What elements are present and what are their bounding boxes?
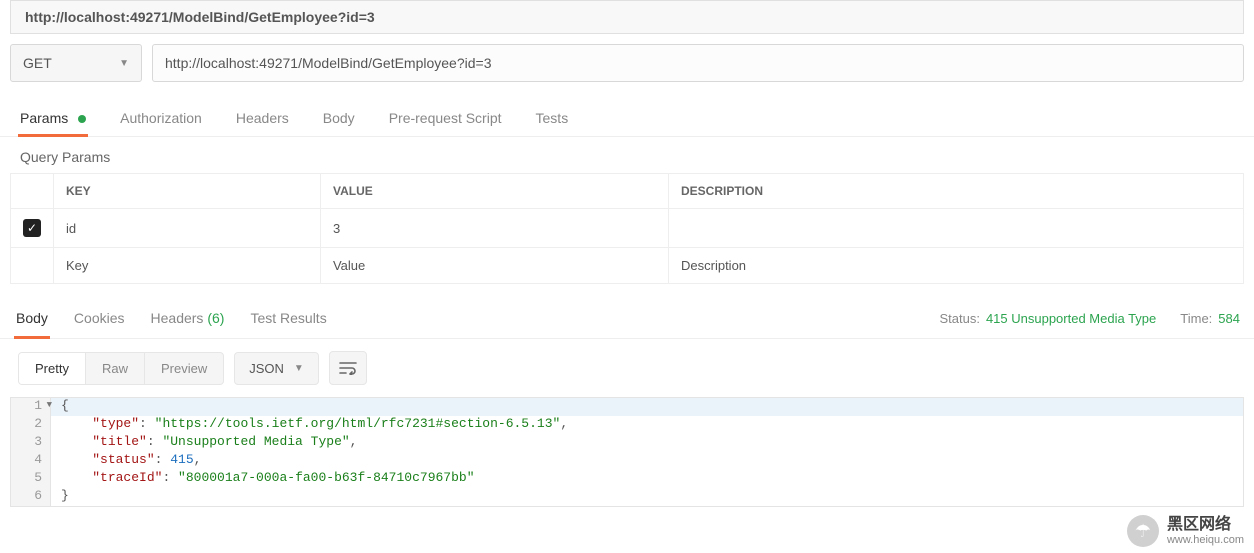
tab-authorization[interactable]: Authorization (118, 100, 204, 136)
wrap-icon (339, 361, 357, 375)
line-number: 2 (11, 416, 51, 434)
tab-headers[interactable]: Headers (234, 100, 291, 136)
wrap-lines-button[interactable] (329, 351, 367, 385)
tab-params-label: Params (20, 110, 68, 126)
param-description-placeholder[interactable]: Description (669, 248, 1244, 284)
json-key: "traceId" (92, 470, 162, 485)
tab-body[interactable]: Body (321, 100, 357, 136)
http-method-value: GET (23, 55, 52, 71)
params-active-dot-icon (78, 115, 86, 123)
request-title: http://localhost:49271/ModelBind/GetEmpl… (10, 0, 1244, 34)
watermark-url: www.heiqu.com (1167, 534, 1244, 546)
row-checkbox[interactable]: ✓ (23, 219, 41, 237)
request-tabs: Params Authorization Headers Body Pre-re… (0, 100, 1254, 137)
json-key: "title" (92, 434, 147, 449)
resp-tab-cookies[interactable]: Cookies (72, 298, 127, 338)
col-key: KEY (54, 174, 321, 209)
tab-prerequest[interactable]: Pre-request Script (387, 100, 504, 136)
param-key-cell[interactable]: id (54, 209, 321, 248)
response-tabs: Body Cookies Headers (6) Test Results (14, 298, 329, 338)
json-key: "status" (92, 452, 154, 467)
chevron-down-icon: ▼ (119, 58, 129, 69)
fold-caret-icon[interactable]: ▼ (47, 400, 52, 410)
query-params-table: KEY VALUE DESCRIPTION ✓ id 3 Key Value D… (10, 173, 1244, 284)
table-row: ✓ id 3 (11, 209, 1244, 248)
resp-tab-headers-label: Headers (151, 310, 204, 326)
json-value: 415 (170, 452, 193, 467)
line-number: 6 (11, 488, 51, 506)
watermark-logo-icon: ☂ (1127, 515, 1159, 547)
line-number: 4 (11, 452, 51, 470)
watermark-title: 黑区网络 (1167, 516, 1244, 534)
resp-tab-headers-count: (6) (207, 310, 224, 326)
view-raw[interactable]: Raw (86, 353, 145, 384)
request-url-input[interactable]: http://localhost:49271/ModelBind/GetEmpl… (152, 44, 1244, 82)
col-check (11, 174, 54, 209)
param-value-cell[interactable]: 3 (320, 209, 668, 248)
format-value: JSON (249, 361, 284, 376)
param-key-placeholder[interactable]: Key (54, 248, 321, 284)
table-row-new: Key Value Description (11, 248, 1244, 284)
http-method-select[interactable]: GET ▼ (10, 44, 142, 82)
resp-tab-body[interactable]: Body (14, 298, 50, 338)
json-key: "type" (92, 416, 139, 431)
param-description-cell[interactable] (669, 209, 1244, 248)
param-value-placeholder[interactable]: Value (320, 248, 668, 284)
resp-tab-headers[interactable]: Headers (6) (149, 298, 227, 338)
json-value: "Unsupported Media Type" (162, 434, 349, 449)
json-value: "800001a7-000a-fa00-b63f-84710c7967bb" (178, 470, 474, 485)
watermark: ☂ 黑区网络 www.heiqu.com (1127, 515, 1244, 547)
col-description: DESCRIPTION (669, 174, 1244, 209)
query-params-title: Query Params (0, 137, 1254, 173)
row-checkbox-empty[interactable] (11, 248, 54, 284)
response-view-toolbar: Pretty Raw Preview JSON ▼ (0, 339, 1254, 397)
time-value: 584 (1218, 311, 1240, 326)
tab-params[interactable]: Params (18, 100, 88, 136)
line-number: 3 (11, 434, 51, 452)
line-number: 1▼ (11, 398, 51, 416)
tab-tests[interactable]: Tests (534, 100, 571, 136)
json-value: "https://tools.ietf.org/html/rfc7231#sec… (155, 416, 561, 431)
time-label: Time: (1180, 311, 1212, 326)
response-body-editor[interactable]: 1▼ { 2 "type": "https://tools.ietf.org/h… (10, 397, 1244, 507)
view-pretty[interactable]: Pretty (19, 353, 86, 384)
view-mode-group: Pretty Raw Preview (18, 352, 224, 385)
line-number: 5 (11, 470, 51, 488)
format-select[interactable]: JSON ▼ (234, 352, 319, 385)
status-value: 415 Unsupported Media Type (986, 311, 1156, 326)
resp-tab-test-results[interactable]: Test Results (248, 298, 328, 338)
view-preview[interactable]: Preview (145, 353, 223, 384)
status-label: Status: (939, 311, 979, 326)
response-meta: Status: 415 Unsupported Media Type Time:… (939, 311, 1240, 326)
chevron-down-icon: ▼ (294, 363, 304, 374)
col-value: VALUE (320, 174, 668, 209)
